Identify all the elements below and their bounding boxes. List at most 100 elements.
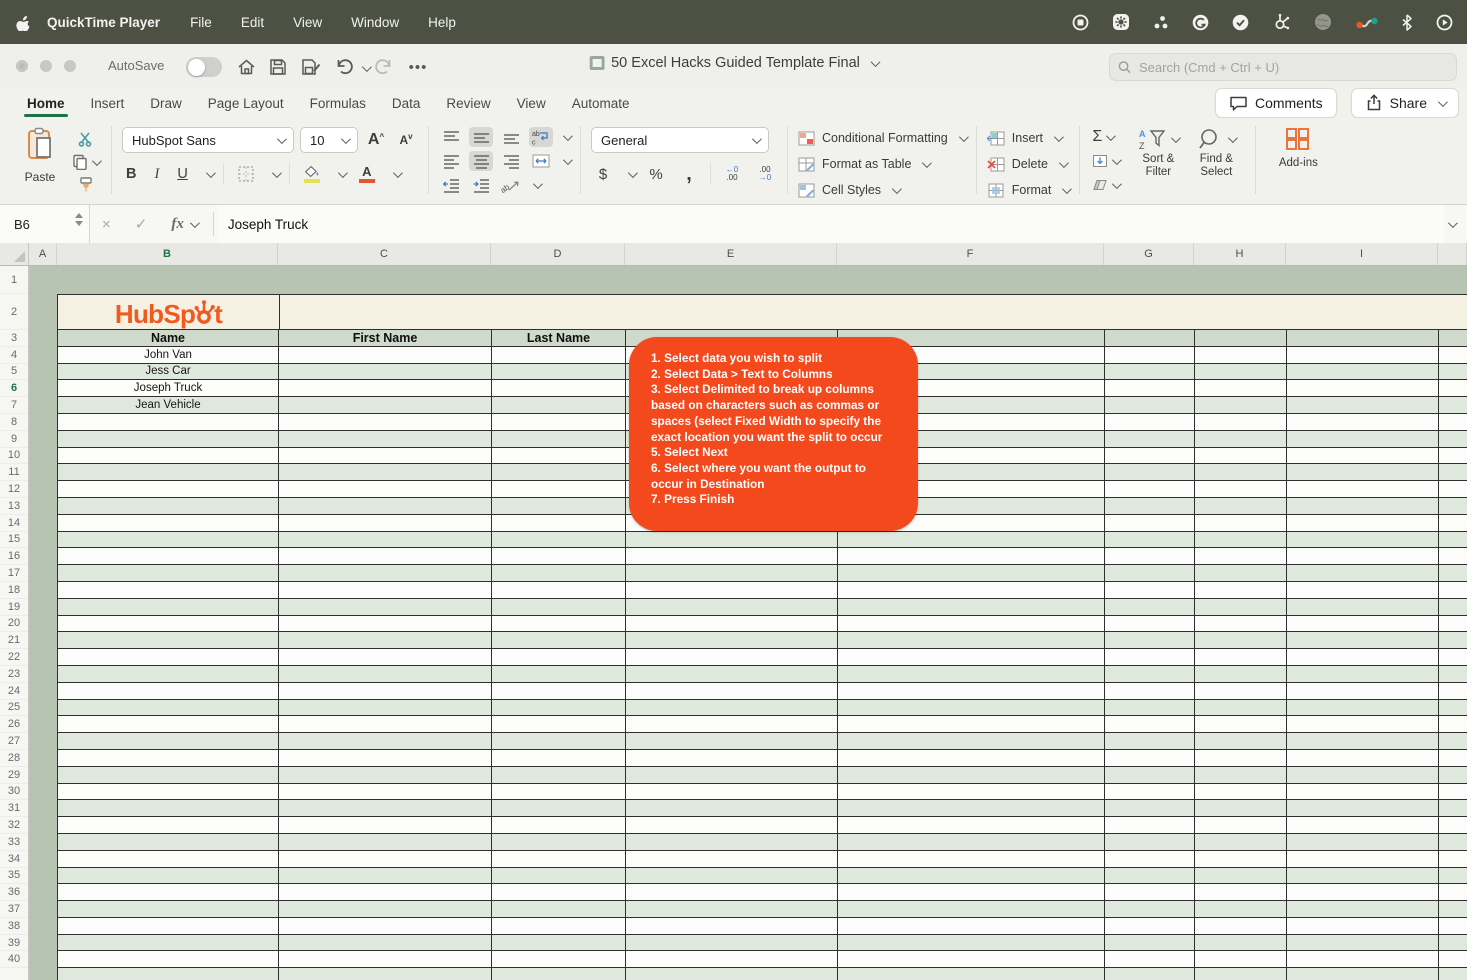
cell-H34[interactable] — [1195, 850, 1287, 867]
cell-I38[interactable] — [1287, 917, 1439, 934]
insert-function-button[interactable]: fx — [159, 205, 209, 243]
cell-G33[interactable] — [1105, 833, 1195, 850]
cell-B15[interactable] — [58, 531, 279, 548]
cell-x4[interactable] — [1439, 346, 1467, 363]
cell-I35[interactable] — [1287, 867, 1439, 884]
cell-H32[interactable] — [1195, 817, 1287, 833]
cell-G35[interactable] — [1105, 867, 1195, 884]
cell[interactable] — [29, 548, 57, 566]
row-header-34[interactable]: 34 — [0, 851, 28, 868]
cell-D26[interactable] — [492, 716, 626, 733]
cell-C34[interactable] — [279, 850, 492, 867]
cell-F20[interactable] — [838, 615, 1105, 632]
orientation-button[interactable]: ab — [499, 175, 523, 195]
cell-G37[interactable] — [1105, 901, 1195, 917]
cell[interactable] — [29, 817, 57, 834]
cell-I23[interactable] — [1287, 665, 1439, 682]
cell-I16[interactable] — [1287, 548, 1439, 565]
cell-F39[interactable] — [838, 934, 1105, 951]
cell-H36[interactable] — [1195, 884, 1287, 901]
cell-D36[interactable] — [492, 884, 626, 901]
cell-x40[interactable] — [1439, 951, 1467, 968]
cell[interactable] — [29, 632, 57, 650]
borders-button[interactable] — [234, 164, 258, 184]
confirm-entry-button[interactable]: ✓ — [123, 205, 160, 243]
cell-I19[interactable] — [1287, 598, 1439, 615]
cell-C23[interactable] — [279, 665, 492, 682]
cell-G4[interactable] — [1105, 346, 1195, 363]
row-header-25[interactable]: 25 — [0, 700, 28, 717]
cut-button[interactable] — [70, 129, 101, 149]
cell-G15[interactable] — [1105, 531, 1195, 548]
font-size-select[interactable]: 10 — [300, 127, 358, 153]
cell-H40[interactable] — [1195, 951, 1287, 968]
cell-H3[interactable] — [1195, 330, 1287, 346]
cell-C14[interactable] — [279, 514, 492, 531]
cell-F38[interactable] — [838, 917, 1105, 934]
zoom-window-button[interactable] — [64, 60, 76, 72]
formula-input[interactable]: Joseph Truck — [217, 205, 1444, 243]
decrease-decimal-button[interactable]: .00 →0 — [753, 164, 777, 184]
cell-E38[interactable] — [626, 917, 838, 934]
cell-H24[interactable] — [1195, 682, 1287, 699]
cell-I39[interactable] — [1287, 934, 1439, 951]
cell[interactable] — [29, 497, 57, 515]
cell-x9[interactable] — [1439, 430, 1467, 447]
cell-D12[interactable] — [492, 481, 626, 497]
font-color-menu-chevron[interactable] — [392, 167, 403, 178]
cell-D13[interactable] — [492, 497, 626, 514]
cell-C25[interactable] — [279, 699, 492, 716]
autosave-toggle[interactable] — [186, 57, 222, 77]
cell-H9[interactable] — [1195, 430, 1287, 447]
cell-I6[interactable] — [1287, 380, 1439, 397]
cell-E15[interactable] — [626, 531, 838, 548]
row-header-18[interactable]: 18 — [0, 582, 28, 599]
cell-D7[interactable] — [492, 397, 626, 413]
cell-B13[interactable] — [58, 497, 279, 514]
cell-C28[interactable] — [279, 749, 492, 766]
cell-G31[interactable] — [1105, 800, 1195, 817]
cell-styles-button[interactable]: Cell Styles — [798, 179, 966, 201]
orientation-button-chevron[interactable] — [532, 178, 543, 189]
cell-G19[interactable] — [1105, 598, 1195, 615]
cell-H39[interactable] — [1195, 934, 1287, 951]
cell-E32[interactable] — [626, 817, 838, 833]
cell-F32[interactable] — [838, 817, 1105, 833]
cell-G6[interactable] — [1105, 380, 1195, 397]
cell-I41[interactable] — [1287, 968, 1439, 980]
cell-B11[interactable] — [58, 464, 279, 481]
cell-E28[interactable] — [626, 749, 838, 766]
cell-C18[interactable] — [279, 581, 492, 598]
cell-D23[interactable] — [492, 665, 626, 682]
cell-I12[interactable] — [1287, 481, 1439, 497]
currency-format-button[interactable]: $ — [591, 164, 615, 184]
cell-C29[interactable] — [279, 766, 492, 783]
row-header-30[interactable]: 30 — [0, 784, 28, 801]
cell-D24[interactable] — [492, 682, 626, 699]
cell-I9[interactable] — [1287, 430, 1439, 447]
cell-H33[interactable] — [1195, 833, 1287, 850]
cell-D18[interactable] — [492, 581, 626, 598]
cell-E39[interactable] — [626, 934, 838, 951]
cell-D11[interactable] — [492, 464, 626, 481]
grammarly-icon[interactable] — [1192, 14, 1209, 31]
cell-x28[interactable] — [1439, 749, 1467, 766]
cell-D27[interactable] — [492, 733, 626, 749]
cell-I18[interactable] — [1287, 581, 1439, 598]
cell-I7[interactable] — [1287, 397, 1439, 413]
cell-G36[interactable] — [1105, 884, 1195, 901]
column-header-I[interactable]: I — [1286, 243, 1438, 265]
column-header-A[interactable]: A — [29, 243, 57, 265]
cell-C40[interactable] — [279, 951, 492, 968]
comments-button[interactable]: Comments — [1214, 88, 1337, 118]
cell-x30[interactable] — [1439, 783, 1467, 800]
cell-I17[interactable] — [1287, 565, 1439, 581]
cell-x35[interactable] — [1439, 867, 1467, 884]
cell-B29[interactable] — [58, 766, 279, 783]
cell-D3[interactable]: Last Name — [492, 330, 626, 346]
decrease-font-button[interactable]: Av — [394, 130, 418, 150]
cell-B6[interactable]: Joseph Truck — [58, 380, 279, 397]
cell-F29[interactable] — [838, 766, 1105, 783]
cell[interactable] — [29, 649, 57, 666]
cell-D34[interactable] — [492, 850, 626, 867]
